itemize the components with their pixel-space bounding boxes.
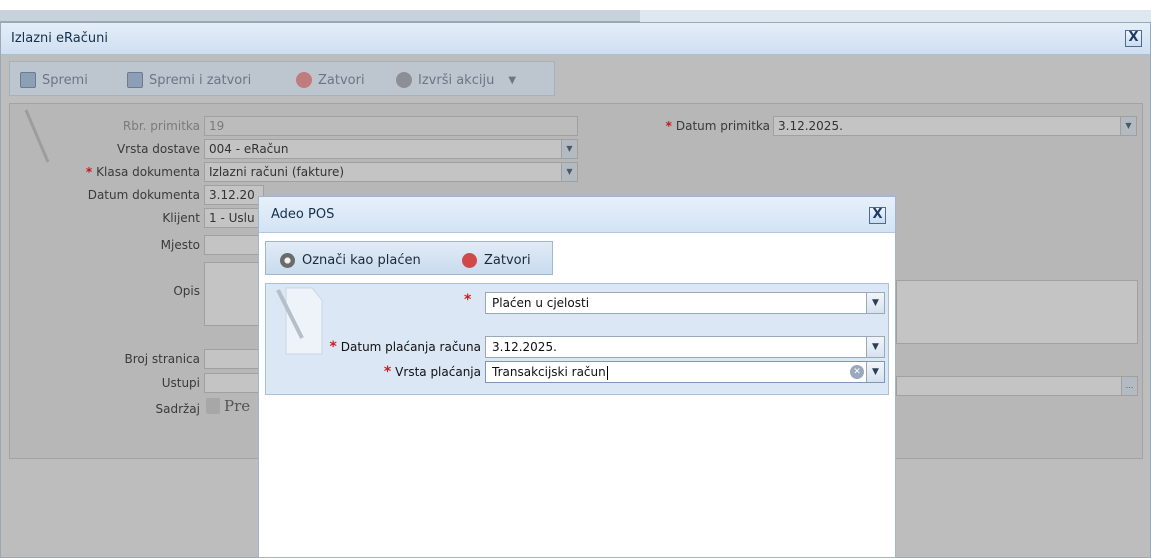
cancel-icon [462,252,477,268]
gear-icon [280,252,295,268]
datum-primitka-label-text: Datum primitka [675,119,770,133]
required-mark: * [85,165,93,179]
opis-label: Opis [173,284,200,298]
dialog-close-label: Zatvori [484,252,531,268]
ustupi-field-right[interactable] [896,376,1138,396]
sadrzaj-value: Pre [224,397,251,415]
ustupi-label: Ustupi [161,376,200,390]
save-button[interactable]: Spremi [20,70,88,90]
background-tabbar-right [640,10,1151,22]
mjesto-label: Mjesto [160,238,200,252]
rbr-field[interactable]: 19 [204,116,578,136]
required-mark: * [329,339,337,355]
text-cursor [606,365,608,380]
window-titlebar: Izlazni eRačuni X [1,23,1150,55]
close-icon: X [1128,30,1139,45]
datum-placanja-dropdown-icon[interactable]: ▼ [866,337,884,357]
datum-placanja-field[interactable]: 3.12.2025. [485,336,885,358]
ustupi-ellipsis-button[interactable]: ... [1121,377,1137,395]
sadrzaj-preview-link[interactable]: Pre [206,397,250,415]
vrsta-dostave-select[interactable]: 004 - eRačun [204,139,578,159]
dialog-close-action-button[interactable]: Zatvori [462,250,531,270]
save-close-button-label: Spremi i zatvori [149,72,252,88]
datum-dokumenta-field[interactable]: 3.12.20 [204,185,264,205]
floppy-icon [127,72,143,88]
pencil-icon [24,109,50,163]
payment-status-value: Plaćen u cjelosti [492,296,590,310]
close-button-label: Zatvori [318,72,365,88]
window-close-button[interactable]: X [1125,30,1142,47]
klasa-dropdown-icon[interactable]: ▼ [561,163,577,181]
klijent-field[interactable]: 1 - Uslu [204,208,264,228]
payment-form: * Plaćen u cjelosti ▼ * Datum plaćanja ra… [265,283,889,395]
datum-primitka-field[interactable]: 3.12.2025. [773,116,1137,136]
floppy-icon [20,72,36,88]
required-mark: * [464,292,472,308]
cancel-icon [296,72,312,88]
broj-stranica-label: Broj stranica [124,352,200,366]
datum-dokumenta-label: Datum dokumenta [87,188,200,202]
required-mark: * [665,119,672,133]
datum-placanja-label-text: Datum plaćanja računa [340,340,481,354]
vrsta-dostave-label: Vrsta dostave [116,142,200,156]
klijent-label: Klijent [162,211,200,225]
vrsta-placanja-input[interactable]: Transakcijski račun [485,361,885,383]
vrsta-dostave-value: 004 - eRačun [209,142,289,156]
dialog-toolbar: Označi kao plaćen Zatvori [265,241,553,275]
mjesto-field[interactable] [204,235,264,255]
vrsta-placanja-label: * Vrsta plaćanja [286,364,481,380]
save-button-label: Spremi [42,72,88,88]
opis-textarea-right[interactable] [896,280,1138,344]
vrsta-placanja-value: Transakcijski račun [492,365,606,379]
broj-stranica-field[interactable] [204,349,264,369]
save-close-button[interactable]: Spremi i zatvori [127,70,251,90]
vrsta-placanja-label-text: Vrsta plaćanja [395,365,481,379]
payment-status-dropdown-icon[interactable]: ▼ [866,293,884,313]
datum-primitka-label: * Datum primitka [610,119,770,133]
dialog-close-button[interactable]: X [869,207,886,224]
main-toolbar: Spremi Spremi i zatvori Zatvori Izvrši a… [9,61,555,96]
ustupi-field[interactable] [204,373,264,393]
clear-icon[interactable]: ✕ [850,365,864,379]
datum-primitka-value: 3.12.2025. [778,119,843,133]
adeo-pos-dialog: Adeo POS X Označi kao plaćen Zatvori * P… [258,196,896,558]
document-icon [206,398,220,414]
opis-textarea[interactable] [204,262,264,326]
execute-action-button[interactable]: Izvrši akciju ▼ [396,70,516,90]
chevron-down-icon: ▼ [508,74,517,86]
datum-placanja-value: 3.12.2025. [492,340,557,354]
mark-paid-button[interactable]: Označi kao plaćen [280,250,421,270]
klasa-select[interactable]: Izlazni računi (fakture) [204,162,578,182]
close-icon: X [872,207,883,222]
datum-primitka-dropdown-icon[interactable]: ▼ [1120,117,1136,135]
klasa-label: * Klasa dokumenta [40,165,200,179]
gear-icon [396,72,412,88]
dialog-title: Adeo POS [271,207,335,222]
rbr-label: Rbr. primitka [122,119,200,133]
required-mark: * [383,364,392,380]
mark-paid-label: Označi kao plaćen [302,252,421,268]
vrsta-dostave-dropdown-icon[interactable]: ▼ [561,140,577,158]
close-button[interactable]: Zatvori [296,70,365,90]
payment-status-select[interactable]: Plaćen u cjelosti [485,292,885,314]
background-tabbar [0,10,640,22]
window-title: Izlazni eRačuni [11,31,108,46]
klasa-value: Izlazni računi (fakture) [209,165,345,179]
klasa-label-text: Klasa dokumenta [96,165,200,179]
sadrzaj-label: Sadržaj [155,402,200,416]
vrsta-placanja-dropdown-icon[interactable]: ▼ [866,362,884,382]
datum-placanja-label: * Datum plaćanja računa [286,339,481,355]
execute-action-label: Izvrši akciju [418,72,495,88]
dialog-titlebar: Adeo POS X [259,197,895,233]
